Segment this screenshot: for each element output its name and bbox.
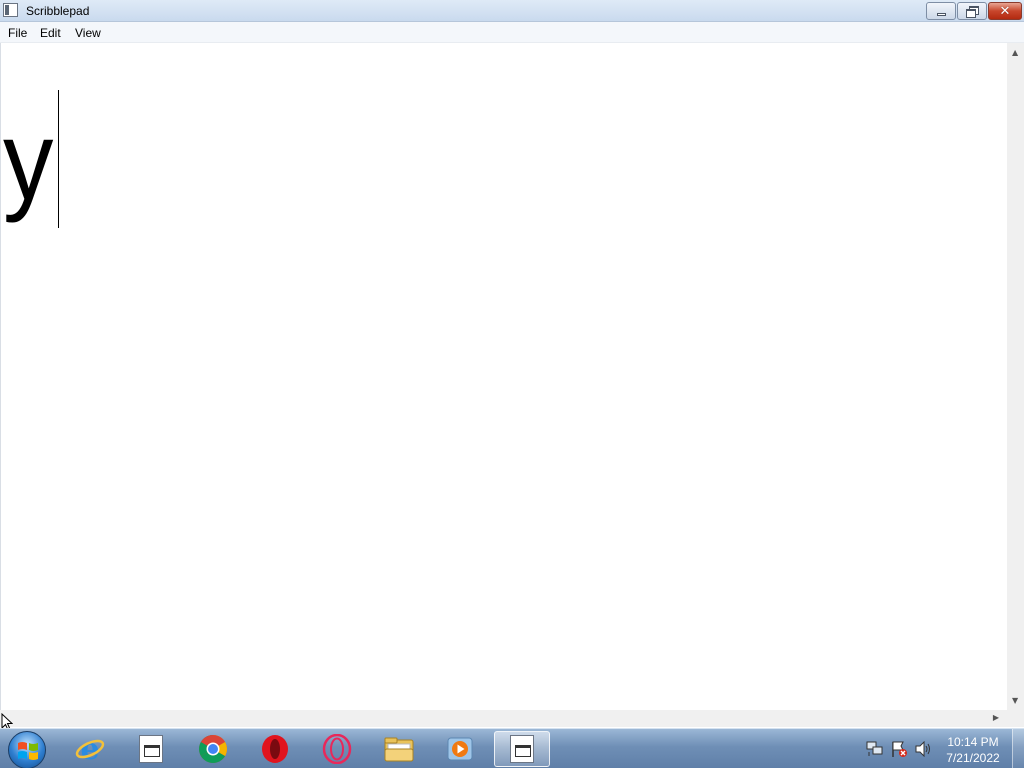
media-player-icon xyxy=(447,737,473,761)
taskbar-opera-gx[interactable] xyxy=(309,731,365,767)
horizontal-scrollbar[interactable]: ▶ xyxy=(0,710,1007,727)
scroll-up-icon[interactable]: ▲ xyxy=(1012,48,1018,57)
scrollbar-corner xyxy=(1007,710,1024,727)
opera-gx-icon xyxy=(322,734,352,764)
taskbar-chrome[interactable] xyxy=(185,731,241,767)
scribblepad-icon xyxy=(510,735,534,763)
clock-date[interactable]: 7/21/2022 xyxy=(940,751,1006,765)
vertical-scrollbar[interactable]: ▲ ▼ xyxy=(1007,43,1024,710)
windows-logo-icon xyxy=(18,742,38,760)
close-button[interactable]: ✕ xyxy=(988,2,1022,20)
taskbar-document[interactable] xyxy=(123,731,179,767)
internet-explorer-icon: e xyxy=(75,734,105,764)
restore-button[interactable] xyxy=(957,2,987,20)
title-bar[interactable]: Scribblepad ✕ xyxy=(0,0,1024,22)
file-explorer-icon xyxy=(384,737,414,762)
document-icon xyxy=(139,735,163,763)
menu-view[interactable]: View xyxy=(75,26,101,40)
text-caret xyxy=(58,90,59,228)
taskbar-internet-explorer[interactable]: e xyxy=(62,731,118,767)
minimize-icon xyxy=(936,12,946,16)
text-editor[interactable]: y xyxy=(0,43,1007,710)
svg-text:e: e xyxy=(80,734,99,764)
app-icon[interactable] xyxy=(3,3,18,17)
taskbar-file-explorer[interactable] xyxy=(371,731,427,767)
restore-icon xyxy=(966,6,979,18)
chrome-icon xyxy=(199,735,227,763)
taskbar-scribblepad[interactable] xyxy=(494,731,550,767)
show-desktop-button[interactable] xyxy=(1012,729,1024,768)
taskbar: e 10:14 PM 7/21/2022 xyxy=(0,728,1024,768)
scroll-down-icon[interactable]: ▼ xyxy=(1012,696,1018,705)
action-center-icon[interactable] xyxy=(890,740,908,758)
editor-content: y xyxy=(3,98,54,223)
start-button[interactable] xyxy=(8,731,46,768)
scroll-right-icon[interactable]: ▶ xyxy=(993,713,999,722)
menu-edit[interactable]: Edit xyxy=(40,26,61,40)
opera-icon xyxy=(262,735,288,763)
minimize-button[interactable] xyxy=(926,2,956,20)
menu-file[interactable]: File xyxy=(8,26,27,40)
taskbar-opera[interactable] xyxy=(247,731,303,767)
taskbar-media-player[interactable] xyxy=(432,731,488,767)
menu-bar: File Edit View xyxy=(0,22,1024,43)
network-icon[interactable] xyxy=(866,741,884,757)
close-icon: ✕ xyxy=(999,3,1011,19)
volume-icon[interactable] xyxy=(914,741,932,757)
window-title: Scribblepad xyxy=(26,4,90,18)
clock-time[interactable]: 10:14 PM xyxy=(940,735,1006,749)
